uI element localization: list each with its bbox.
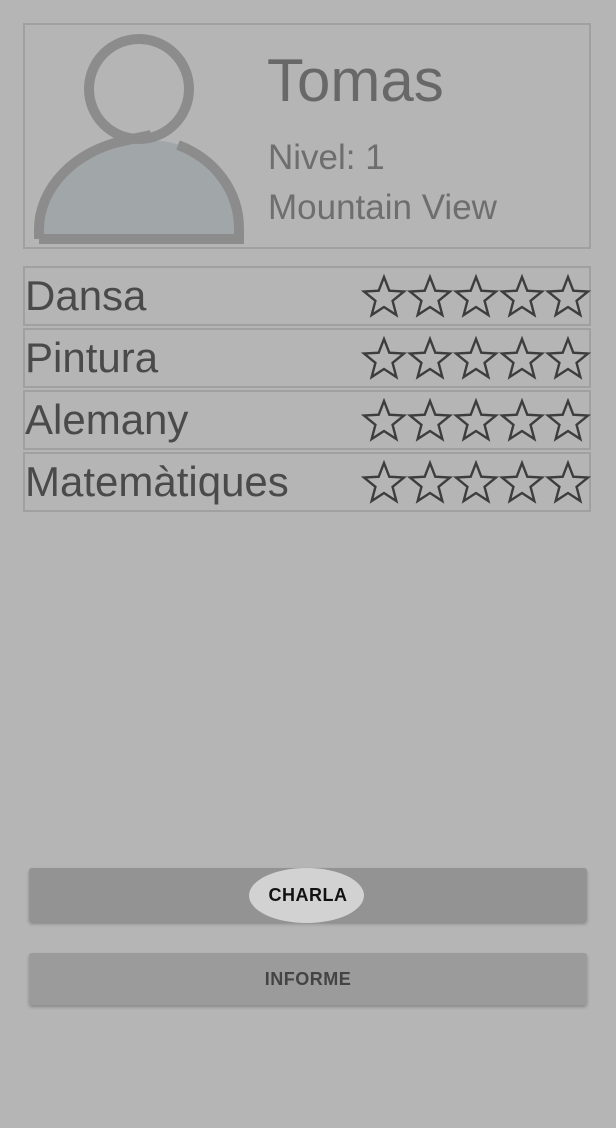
star-outline-icon[interactable] [361, 460, 407, 506]
star-outline-icon[interactable] [453, 460, 499, 506]
star-outline-icon[interactable] [407, 336, 453, 382]
profile-city: Mountain View [268, 188, 497, 227]
report-button-label: INFORME [264, 969, 352, 989]
rating-stars[interactable] [361, 460, 591, 506]
star-outline-icon[interactable] [545, 460, 591, 506]
star-outline-icon[interactable] [361, 398, 407, 444]
star-outline-icon[interactable] [545, 398, 591, 444]
star-outline-icon[interactable] [499, 336, 545, 382]
star-outline-icon[interactable] [499, 274, 545, 320]
chat-button[interactable]: CHARLA [29, 868, 587, 923]
skill-label: Alemany [25, 396, 189, 443]
skill-label: Pintura [25, 334, 159, 381]
skill-row-alemany: Alemany [23, 390, 591, 450]
star-outline-icon[interactable] [545, 274, 591, 320]
star-outline-icon[interactable] [407, 398, 453, 444]
profile-level: Nivel: 1 [268, 138, 385, 177]
star-outline-icon[interactable] [453, 274, 499, 320]
profile-name: Tomas [267, 47, 444, 114]
skill-row-dansa: Dansa [23, 266, 591, 326]
star-outline-icon[interactable] [453, 336, 499, 382]
star-outline-icon[interactable] [499, 460, 545, 506]
star-outline-icon[interactable] [407, 274, 453, 320]
rating-stars[interactable] [361, 398, 591, 444]
person-icon [34, 34, 244, 244]
skill-list: Dansa Pintura Alemany Matemàtiques [23, 266, 591, 514]
star-outline-icon[interactable] [361, 274, 407, 320]
rating-stars[interactable] [361, 336, 591, 382]
skill-row-matematiques: Matemàtiques [23, 452, 591, 512]
skill-row-pintura: Pintura [23, 328, 591, 388]
chat-button-label: CHARLA [268, 885, 348, 905]
skill-label: Matemàtiques [25, 458, 289, 505]
rating-stars[interactable] [361, 274, 591, 320]
profile-card: Tomas Nivel: 1 Mountain View [23, 23, 591, 249]
star-outline-icon[interactable] [499, 398, 545, 444]
star-outline-icon[interactable] [361, 336, 407, 382]
star-outline-icon[interactable] [453, 398, 499, 444]
star-outline-icon[interactable] [545, 336, 591, 382]
star-outline-icon[interactable] [407, 460, 453, 506]
report-button[interactable]: INFORME [29, 953, 587, 1005]
skill-label: Dansa [25, 272, 147, 319]
